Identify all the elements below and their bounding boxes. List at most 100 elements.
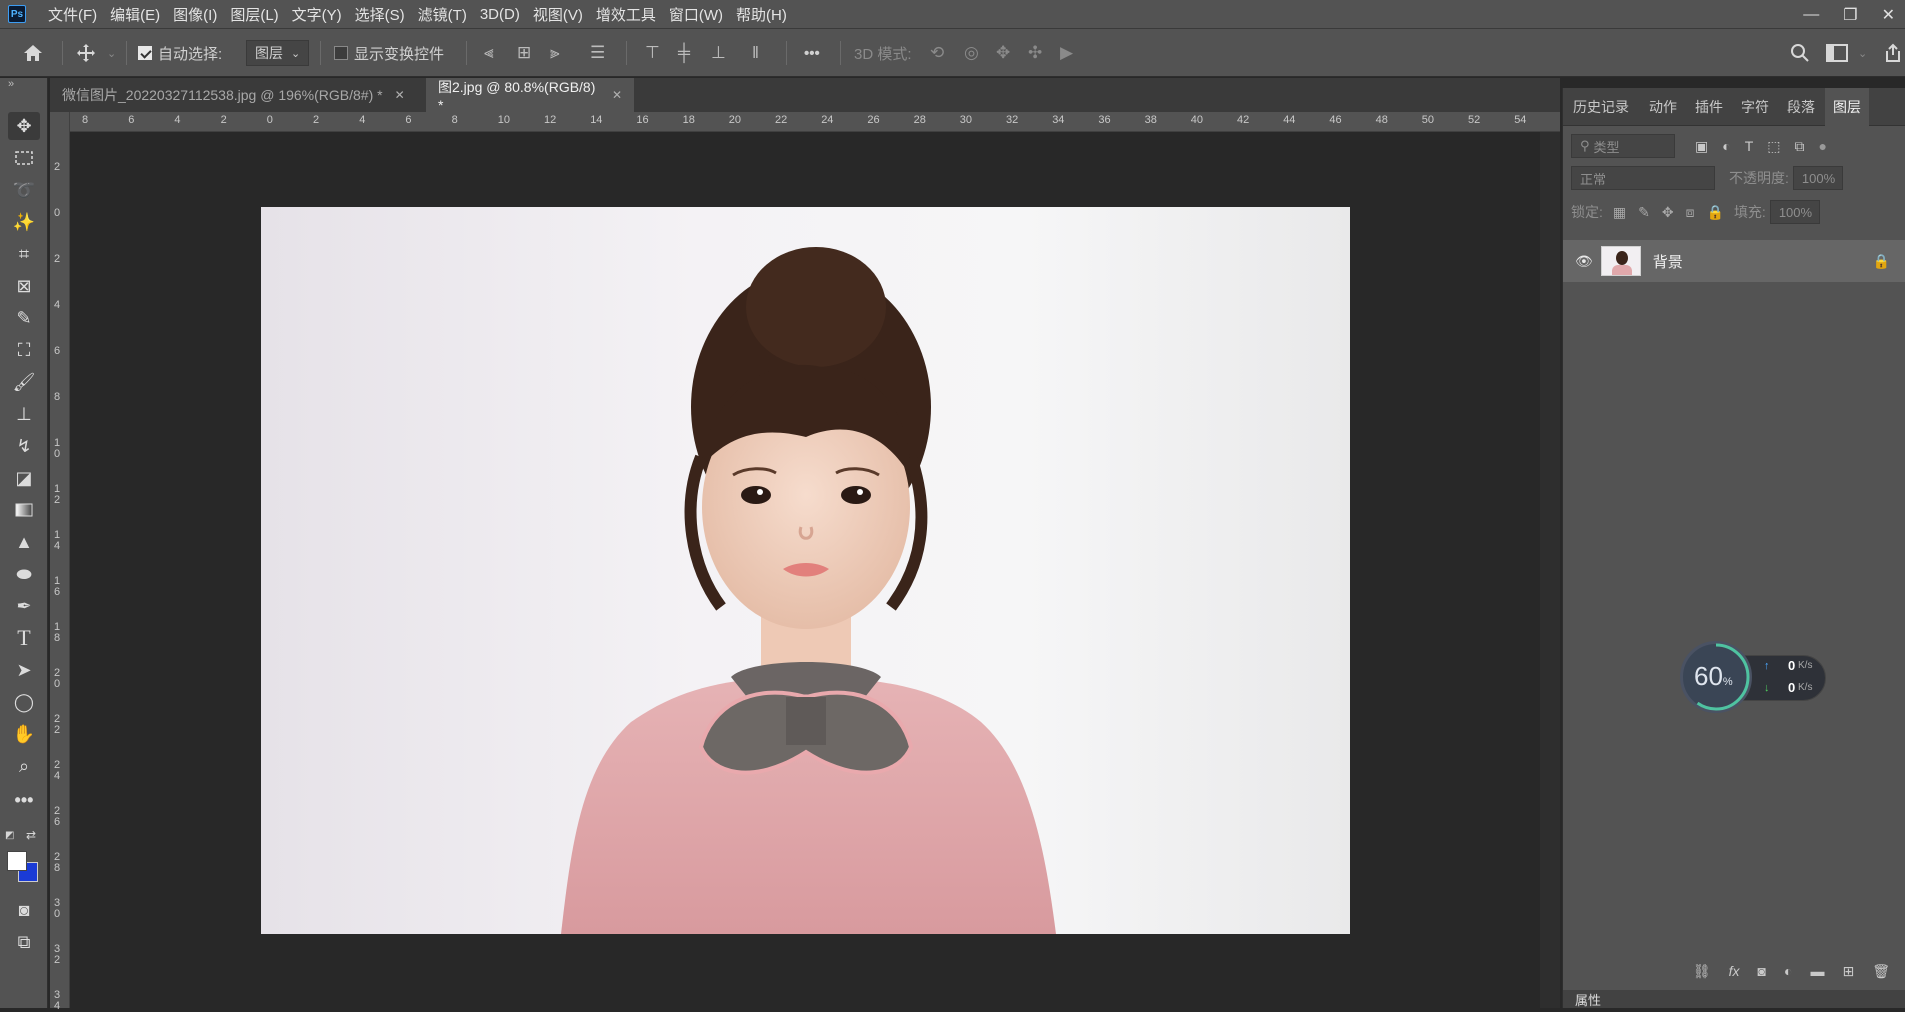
tab-history[interactable]: 历史记录 — [1573, 88, 1629, 126]
align-middle-icon[interactable]: ╪ — [678, 29, 690, 77]
marquee-tool-icon[interactable] — [8, 144, 40, 172]
auto-select-checkbox[interactable] — [138, 46, 152, 60]
vertical-scrollbar[interactable] — [1540, 132, 1560, 1008]
menu-window[interactable]: 窗口(W) — [669, 4, 723, 25]
lock-image-icon[interactable]: ✎ — [1638, 204, 1650, 221]
show-transform-checkbox[interactable] — [334, 46, 348, 60]
crop-tool-icon[interactable]: ⌗ — [8, 240, 40, 268]
tab-character[interactable]: 字符 — [1741, 88, 1769, 126]
menu-help[interactable]: 帮助(H) — [736, 4, 787, 25]
close-window-button[interactable]: ✕ — [1882, 5, 1895, 25]
hand-tool-icon[interactable]: ✋ — [8, 720, 40, 748]
lock-all-icon[interactable]: 🔒 — [1707, 204, 1724, 221]
default-colors-icon[interactable]: ◩ — [5, 830, 14, 841]
slide-3d-icon[interactable]: ✣ — [1028, 29, 1042, 77]
magic-wand-tool-icon[interactable]: ✨ — [8, 208, 40, 236]
quick-mask-icon[interactable]: ◙ — [8, 896, 40, 924]
document-tab-active[interactable]: 图2.jpg @ 80.8%(RGB/8) * ✕ — [426, 78, 634, 113]
camera-3d-icon[interactable]: ▶ — [1060, 29, 1073, 77]
healing-brush-tool-icon[interactable]: ⛶ — [8, 336, 40, 364]
menu-image[interactable]: 图像(I) — [173, 4, 217, 25]
minimize-button[interactable]: — — [1803, 6, 1819, 24]
layer-row[interactable]: 👁 背景 🔒 — [1563, 240, 1905, 282]
menu-file[interactable]: 文件(F) — [48, 4, 97, 25]
close-icon[interactable]: ✕ — [395, 88, 405, 102]
more-options-button[interactable]: ••• — [804, 29, 820, 77]
restore-button[interactable]: ❐ — [1843, 5, 1857, 25]
lasso-tool-icon[interactable]: ➰ — [8, 176, 40, 204]
menu-plugins[interactable]: 增效工具 — [596, 4, 656, 25]
trash-icon[interactable]: 🗑 — [1872, 963, 1890, 980]
fill-input[interactable]: 100% — [1769, 200, 1820, 224]
type-filter-icon[interactable]: T — [1745, 138, 1754, 154]
align-bottom-icon[interactable]: ⊥ — [711, 29, 726, 77]
drag-3d-icon[interactable]: ✥ — [996, 29, 1010, 77]
path-selection-tool-icon[interactable]: ➤ — [8, 656, 40, 684]
fx-icon[interactable]: fx — [1729, 963, 1740, 979]
swap-colors-icon[interactable]: ⇄ — [26, 828, 36, 842]
eye-icon[interactable]: 👁 — [1575, 253, 1593, 270]
stamp-tool-icon[interactable]: ⊥ — [8, 400, 40, 428]
distribute-icon[interactable]: ☰ — [590, 29, 605, 77]
history-brush-tool-icon[interactable]: ↯ — [8, 432, 40, 460]
folder-icon[interactable]: ▬ — [1810, 963, 1824, 979]
tab-layers[interactable]: 图层 — [1825, 88, 1869, 126]
filter-toggle-icon[interactable]: ● — [1819, 138, 1827, 154]
align-center-icon[interactable]: ⊞ — [517, 29, 531, 77]
opacity-input[interactable]: 100% — [1792, 166, 1843, 190]
share-icon[interactable] — [1884, 29, 1902, 77]
link-icon[interactable]: ⛓ — [1693, 963, 1711, 980]
smart-object-filter-icon[interactable]: ⧉ — [1795, 138, 1805, 155]
chevron-down-icon[interactable]: ⌄ — [107, 29, 116, 77]
menu-type[interactable]: 文字(Y) — [292, 4, 342, 25]
workspace-icon[interactable] — [1826, 29, 1848, 77]
foreground-color-swatch[interactable] — [7, 851, 27, 871]
tab-actions[interactable]: 动作 — [1649, 88, 1677, 126]
screen-mode-icon[interactable]: ⧉ — [8, 928, 40, 956]
zoom-tool-icon[interactable]: ⌕ — [8, 752, 40, 780]
tab-paragraph[interactable]: 段落 — [1787, 88, 1815, 126]
menu-filter[interactable]: 滤镜(T) — [418, 4, 467, 25]
align-top-icon[interactable]: ⊤ — [645, 29, 660, 77]
document-tab[interactable]: 微信图片_20220327112538.jpg @ 196%(RGB/8#) *… — [50, 78, 426, 112]
type-tool-icon[interactable]: T — [8, 624, 40, 652]
roll-3d-icon[interactable]: ◎ — [964, 29, 979, 77]
tab-plugins[interactable]: 插件 — [1695, 88, 1723, 126]
frame-tool-icon[interactable]: ⊠ — [8, 272, 40, 300]
blur-tool-icon[interactable]: ▲ — [8, 528, 40, 556]
pen-tool-icon[interactable]: ✒ — [8, 592, 40, 620]
network-speed-widget[interactable]: 60% ↑ 0 K/s ↓ 0 K/s — [1680, 641, 1828, 713]
orbit-3d-icon[interactable]: ⟲ — [930, 29, 944, 77]
eraser-tool-icon[interactable]: ◪ — [8, 464, 40, 492]
show-transform-toggle[interactable]: 显示变换控件 — [334, 29, 444, 77]
menu-select[interactable]: 选择(S) — [355, 4, 405, 25]
align-right-icon[interactable]: ⫸ — [550, 29, 560, 77]
brush-tool-icon[interactable]: 🖌 — [8, 368, 40, 396]
photoshop-logo[interactable]: Ps — [8, 5, 26, 23]
search-icon[interactable] — [1790, 29, 1810, 77]
eyedropper-tool-icon[interactable]: ✎ — [8, 304, 40, 332]
distribute-vertical-icon[interactable]: ‖ — [752, 29, 759, 77]
lock-artboard-icon[interactable]: ⧈ — [1686, 204, 1695, 221]
gradient-tool-icon[interactable] — [8, 496, 40, 524]
auto-select-dropdown[interactable]: 图层 ⌄ — [246, 40, 310, 66]
lock-position-icon[interactable]: ✥ — [1662, 204, 1674, 221]
shape-filter-icon[interactable]: ⬚ — [1767, 138, 1780, 155]
dodge-tool-icon[interactable]: ⬬ — [8, 560, 40, 588]
move-tool-icon[interactable]: ✥ — [8, 112, 40, 140]
close-icon[interactable]: ✕ — [612, 88, 622, 102]
adjustment-filter-icon[interactable]: ◐ — [1722, 138, 1730, 154]
document-image[interactable] — [261, 207, 1350, 934]
expand-panel-icon[interactable]: » — [8, 78, 14, 90]
layer-name[interactable]: 背景 — [1653, 251, 1683, 272]
new-layer-icon[interactable]: ⊞ — [1842, 963, 1854, 980]
align-left-icon[interactable]: ⫷ — [484, 29, 494, 77]
more-tools-icon[interactable]: ••• — [8, 786, 40, 814]
ellipse-tool-icon[interactable]: ◯ — [8, 688, 40, 716]
chevron-down-icon[interactable]: ⌄ — [1858, 29, 1867, 77]
pixel-filter-icon[interactable]: ▣ — [1695, 138, 1708, 155]
menu-edit[interactable]: 编辑(E) — [110, 4, 160, 25]
layer-filter-dropdown[interactable]: ⚲ 类型 — [1571, 134, 1675, 158]
blend-mode-dropdown[interactable]: 正常 — [1571, 166, 1715, 190]
menu-view[interactable]: 视图(V) — [533, 4, 583, 25]
